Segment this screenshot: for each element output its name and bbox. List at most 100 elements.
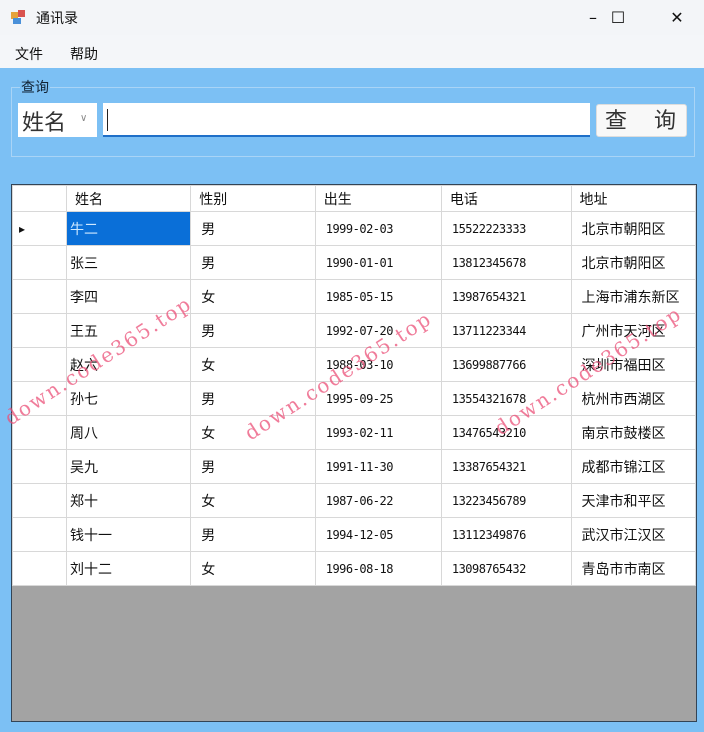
search-field-value: 姓名	[22, 111, 67, 136]
cell-address[interactable]: 深圳市福田区	[570, 347, 696, 382]
cell-gender[interactable]: 女	[190, 551, 316, 586]
cell-address[interactable]: 北京市朝阳区	[570, 245, 696, 280]
row-header[interactable]	[12, 381, 68, 416]
row-header[interactable]: ▸	[12, 211, 68, 246]
cell-birth[interactable]: 1992-07-20	[314, 313, 442, 348]
table-row[interactable]: ▸ 牛二男 1999-02-03 15522223333 北京市朝阳区	[12, 211, 696, 246]
search-group-label: 查询	[20, 77, 50, 97]
table-row[interactable]: 孙七男 1995-09-25 13554321678 杭州市西湖区	[12, 381, 696, 416]
cell-gender[interactable]: 女	[190, 347, 316, 382]
header-row: 姓名 性别 出生 电话 地址	[12, 185, 696, 212]
search-input[interactable]	[103, 103, 590, 137]
row-header[interactable]	[12, 483, 68, 518]
current-row-icon: ▸	[19, 221, 26, 236]
cell-birth[interactable]: 1995-09-25	[314, 381, 442, 416]
cell-phone[interactable]: 13987654321	[440, 279, 572, 314]
table-row[interactable]: 张三男 1990-01-01 13812345678 北京市朝阳区	[12, 245, 696, 280]
cell-phone[interactable]: 13699887766	[440, 347, 572, 382]
column-header-name[interactable]: 姓名	[66, 185, 192, 212]
cell-birth[interactable]: 1991-11-30	[314, 449, 442, 484]
cell-name[interactable]: 牛二	[66, 211, 192, 246]
cell-name[interactable]: 李四	[66, 279, 192, 314]
row-header[interactable]	[12, 313, 68, 348]
menu-help[interactable]: 帮助	[70, 44, 98, 64]
cell-birth[interactable]: 1993-02-11	[314, 415, 442, 450]
table-row[interactable]: 赵六女 1988-03-10 13699887766 深圳市福田区	[12, 347, 696, 382]
cell-phone[interactable]: 13476543210	[440, 415, 572, 450]
cell-address[interactable]: 武汉市江汉区	[570, 517, 696, 552]
cell-phone[interactable]: 13711223344	[440, 313, 572, 348]
column-header-birth[interactable]: 出生	[314, 185, 442, 212]
cell-address[interactable]: 杭州市西湖区	[570, 381, 696, 416]
cell-birth[interactable]: 1988-03-10	[314, 347, 442, 382]
cell-phone[interactable]: 13387654321	[440, 449, 572, 484]
cell-gender[interactable]: 男	[190, 517, 316, 552]
table-row[interactable]: 周八女 1993-02-11 13476543210 南京市鼓楼区	[12, 415, 696, 450]
table-row[interactable]: 郑十女 1987-06-22 13223456789 天津市和平区	[12, 483, 696, 518]
cell-name[interactable]: 吴九	[66, 449, 192, 484]
row-header[interactable]	[12, 245, 68, 280]
cell-phone[interactable]: 13554321678	[440, 381, 572, 416]
cell-name[interactable]: 周八	[66, 415, 192, 450]
row-header[interactable]	[12, 449, 68, 484]
table-row[interactable]: 王五男 1992-07-20 13711223344 广州市天河区	[12, 313, 696, 348]
cell-name[interactable]: 孙七	[66, 381, 192, 416]
cell-name[interactable]: 王五	[66, 313, 192, 348]
table-row[interactable]: 钱十一男 1994-12-05 13112349876 武汉市江汉区	[12, 517, 696, 552]
row-header[interactable]	[12, 415, 68, 450]
row-header[interactable]	[12, 279, 68, 314]
cell-name[interactable]: 刘十二	[66, 551, 192, 586]
row-header[interactable]	[12, 347, 68, 382]
cell-gender[interactable]: 女	[190, 483, 316, 518]
cell-phone[interactable]: 15522223333	[440, 211, 572, 246]
cell-address[interactable]: 北京市朝阳区	[570, 211, 696, 246]
cell-name[interactable]: 张三	[66, 245, 192, 280]
cell-birth[interactable]: 1987-06-22	[314, 483, 442, 518]
table-row[interactable]: 刘十二女 1996-08-18 13098765432 青岛市市南区	[12, 551, 696, 586]
text-caret	[107, 109, 108, 131]
cell-birth[interactable]: 1990-01-01	[314, 245, 442, 280]
cell-address[interactable]: 成都市锦江区	[570, 449, 696, 484]
window-title: 通讯录	[36, 11, 78, 27]
cell-gender[interactable]: 男	[190, 211, 316, 246]
cell-phone[interactable]: 13112349876	[440, 517, 572, 552]
row-header[interactable]	[12, 551, 68, 586]
cell-phone[interactable]: 13812345678	[440, 245, 572, 280]
search-field-select[interactable]: 姓名 ∨	[18, 103, 97, 137]
cell-address[interactable]: 广州市天河区	[570, 313, 696, 348]
cell-address[interactable]: 上海市浦东新区	[570, 279, 696, 314]
cell-birth[interactable]: 1994-12-05	[314, 517, 442, 552]
cell-address[interactable]: 南京市鼓楼区	[570, 415, 696, 450]
column-header-gender[interactable]: 性别	[190, 185, 316, 212]
column-header-phone[interactable]: 电话	[440, 185, 572, 212]
cell-birth[interactable]: 1996-08-18	[314, 551, 442, 586]
maximize-button[interactable]: ☐	[593, 0, 643, 35]
cell-birth[interactable]: 1985-05-15	[314, 279, 442, 314]
menu-file[interactable]: 文件	[15, 44, 43, 64]
table-row[interactable]: 吴九男 1991-11-30 13387654321 成都市锦江区	[12, 449, 696, 484]
title-bar: 通讯录 – ☐ ✕	[0, 0, 704, 35]
cell-gender[interactable]: 男	[190, 449, 316, 484]
cell-gender[interactable]: 男	[190, 245, 316, 280]
cell-birth[interactable]: 1999-02-03	[314, 211, 442, 246]
contacts-table: 姓名 性别 出生 电话 地址 ▸ 牛二男 1999-02-03 15522223333…	[12, 185, 696, 586]
app-icon	[11, 10, 25, 24]
cell-name[interactable]: 郑十	[66, 483, 192, 518]
cell-address[interactable]: 青岛市市南区	[570, 551, 696, 586]
table-row[interactable]: 李四女 1985-05-15 13987654321 上海市浦东新区	[12, 279, 696, 314]
row-header[interactable]	[12, 517, 68, 552]
cell-name[interactable]: 钱十一	[66, 517, 192, 552]
close-button[interactable]: ✕	[652, 0, 702, 35]
contacts-grid[interactable]: 姓名 性别 出生 电话 地址 ▸ 牛二男 1999-02-03 15522223333…	[11, 184, 697, 722]
cell-gender[interactable]: 女	[190, 279, 316, 314]
cell-address[interactable]: 天津市和平区	[570, 483, 696, 518]
cell-gender[interactable]: 女	[190, 415, 316, 450]
column-header-address[interactable]: 地址	[570, 185, 696, 212]
search-button[interactable]: 查 询	[596, 104, 687, 137]
row-header-corner	[12, 185, 68, 212]
cell-name[interactable]: 赵六	[66, 347, 192, 382]
cell-phone[interactable]: 13098765432	[440, 551, 572, 586]
cell-gender[interactable]: 男	[190, 313, 316, 348]
cell-gender[interactable]: 男	[190, 381, 316, 416]
cell-phone[interactable]: 13223456789	[440, 483, 572, 518]
